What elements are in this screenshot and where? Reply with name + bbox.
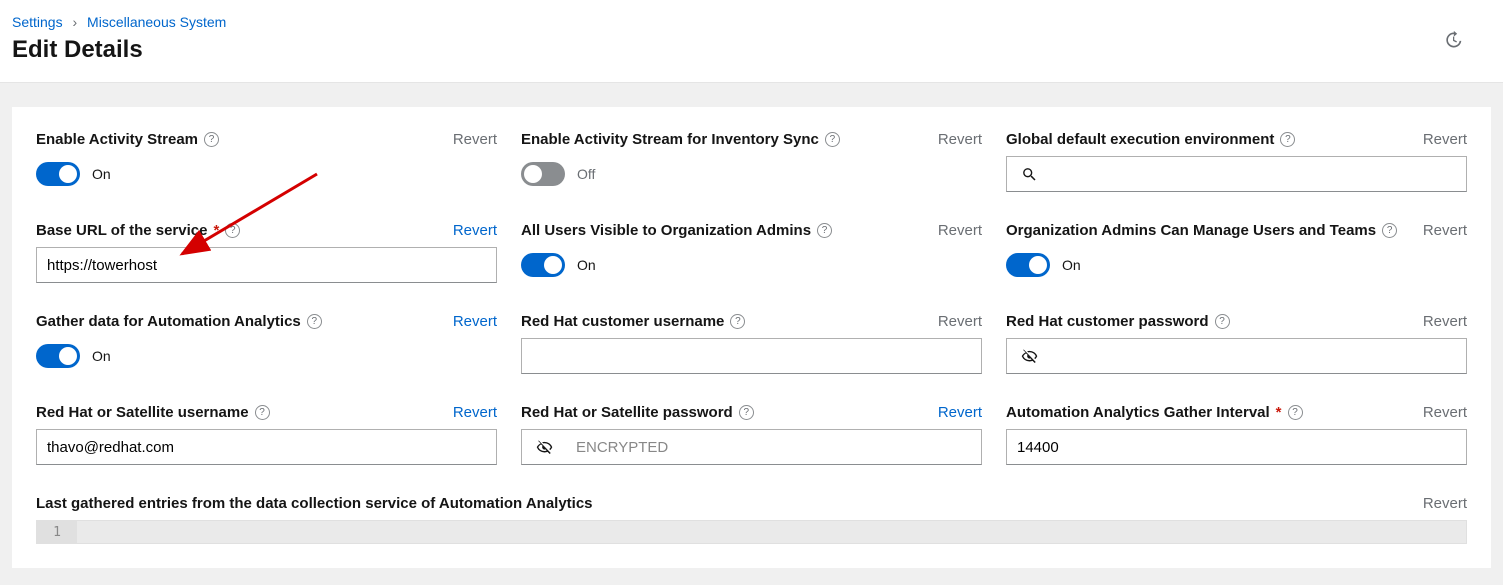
field-enable-activity-stream: Enable Activity Stream ? Revert On — [36, 131, 497, 192]
toggle-state-label: Off — [577, 166, 595, 182]
label-text: Red Hat or Satellite password — [521, 404, 733, 421]
rh-sat-username-input[interactable] — [36, 429, 497, 465]
field-base-url: Base URL of the service * ? Revert — [36, 222, 497, 283]
help-icon[interactable]: ? — [817, 223, 832, 238]
help-icon[interactable]: ? — [1280, 132, 1295, 147]
eye-off-icon[interactable] — [522, 430, 566, 464]
field-rh-sat-username: Red Hat or Satellite username ? Revert — [36, 404, 497, 465]
search-icon[interactable] — [1007, 157, 1051, 191]
label-text: Organization Admins Can Manage Users and… — [1006, 222, 1376, 239]
rh-sat-password-wrap — [521, 429, 982, 465]
field-gather-analytics: Gather data for Automation Analytics ? R… — [36, 313, 497, 374]
help-icon[interactable]: ? — [1382, 223, 1397, 238]
help-icon[interactable]: ? — [204, 132, 219, 147]
field-all-users-visible: All Users Visible to Organization Admins… — [521, 222, 982, 283]
help-icon[interactable]: ? — [307, 314, 322, 329]
exec-env-input[interactable] — [1051, 157, 1466, 191]
help-icon[interactable]: ? — [1288, 405, 1303, 420]
field-org-admins-manage: Organization Admins Can Manage Users and… — [1006, 222, 1467, 283]
field-rh-customer-username: Red Hat customer username ? Revert — [521, 313, 982, 374]
base-url-input[interactable] — [36, 247, 497, 283]
breadcrumb-current-link[interactable]: Miscellaneous System — [87, 14, 226, 30]
help-icon[interactable]: ? — [1215, 314, 1230, 329]
revert-button[interactable]: Revert — [1423, 404, 1467, 421]
breadcrumb-separator: › — [72, 14, 77, 30]
revert-button[interactable]: Revert — [1423, 313, 1467, 330]
label-text: Base URL of the service — [36, 222, 207, 239]
revert-button[interactable]: Revert — [1423, 131, 1467, 148]
required-indicator: * — [213, 222, 219, 239]
line-number: 1 — [37, 521, 77, 543]
toggle-state-label: On — [1062, 257, 1081, 273]
eye-off-icon[interactable] — [1007, 339, 1051, 373]
rh-customer-password-wrap — [1006, 338, 1467, 374]
gather-analytics-toggle[interactable] — [36, 344, 80, 368]
rh-customer-password-input[interactable] — [1051, 339, 1466, 373]
revert-button[interactable]: Revert — [453, 404, 497, 421]
help-icon[interactable]: ? — [739, 405, 754, 420]
help-icon[interactable]: ? — [225, 223, 240, 238]
code-content[interactable] — [77, 521, 1466, 543]
exec-env-lookup[interactable] — [1006, 156, 1467, 192]
rh-sat-password-input[interactable] — [566, 430, 981, 464]
revert-button[interactable]: Revert — [938, 131, 982, 148]
toggle-state-label: On — [577, 257, 596, 273]
label-text: Red Hat customer password — [1006, 313, 1209, 330]
field-rh-sat-password: Red Hat or Satellite password ? Revert — [521, 404, 982, 465]
revert-button[interactable]: Revert — [938, 404, 982, 421]
help-icon[interactable]: ? — [255, 405, 270, 420]
toggle-state-label: On — [92, 348, 111, 364]
gather-interval-input[interactable] — [1006, 429, 1467, 465]
page-header: Settings › Miscellaneous System Edit Det… — [0, 0, 1503, 83]
field-last-gather: Last gathered entries from the data coll… — [36, 495, 1467, 544]
revert-button[interactable]: Revert — [453, 131, 497, 148]
code-editor[interactable]: 1 — [36, 520, 1467, 544]
revert-button[interactable]: Revert — [938, 222, 982, 239]
required-indicator: * — [1276, 404, 1282, 421]
field-rh-customer-password: Red Hat customer password ? Revert — [1006, 313, 1467, 374]
label-text: Automation Analytics Gather Interval — [1006, 404, 1270, 421]
activity-stream-inventory-toggle[interactable] — [521, 162, 565, 186]
activity-stream-toggle[interactable] — [36, 162, 80, 186]
rh-customer-username-input[interactable] — [521, 338, 982, 374]
label-text: Red Hat customer username — [521, 313, 724, 330]
toggle-state-label: On — [92, 166, 111, 182]
field-gather-interval: Automation Analytics Gather Interval * ?… — [1006, 404, 1467, 465]
label-text: Last gathered entries from the data coll… — [36, 495, 593, 512]
label-text: Enable Activity Stream for Inventory Syn… — [521, 131, 819, 148]
label-text: Global default execution environment — [1006, 131, 1274, 148]
page-title: Edit Details — [12, 36, 1491, 64]
all-users-visible-toggle[interactable] — [521, 253, 565, 277]
settings-card: Enable Activity Stream ? Revert On Enabl… — [12, 107, 1491, 568]
label-text: Enable Activity Stream — [36, 131, 198, 148]
history-icon[interactable] — [1443, 30, 1463, 50]
help-icon[interactable]: ? — [730, 314, 745, 329]
breadcrumb-root-link[interactable]: Settings — [12, 14, 63, 30]
revert-button[interactable]: Revert — [453, 313, 497, 330]
breadcrumb: Settings › Miscellaneous System — [12, 14, 1491, 30]
label-text: All Users Visible to Organization Admins — [521, 222, 811, 239]
label-text: Red Hat or Satellite username — [36, 404, 249, 421]
revert-button[interactable]: Revert — [938, 313, 982, 330]
org-admins-manage-toggle[interactable] — [1006, 253, 1050, 277]
help-icon[interactable]: ? — [825, 132, 840, 147]
field-activity-stream-inventory: Enable Activity Stream for Inventory Syn… — [521, 131, 982, 192]
revert-button[interactable]: Revert — [1423, 495, 1467, 512]
revert-button[interactable]: Revert — [453, 222, 497, 239]
label-text: Gather data for Automation Analytics — [36, 313, 301, 330]
field-global-exec-env: Global default execution environment ? R… — [1006, 131, 1467, 192]
revert-button[interactable]: Revert — [1423, 222, 1467, 239]
